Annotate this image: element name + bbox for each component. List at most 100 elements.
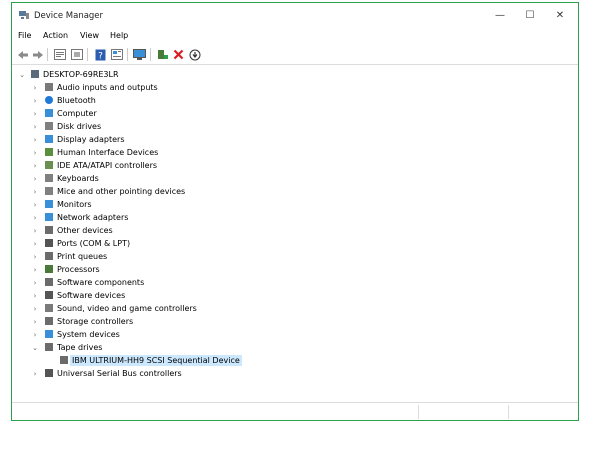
tree-category-label: Display adapters <box>57 135 125 144</box>
back-arrow-icon[interactable] <box>16 48 29 61</box>
status-segment <box>508 405 581 419</box>
tree-category[interactable]: › Ports (COM & LPT) <box>12 237 578 250</box>
driver-icon[interactable] <box>110 48 123 61</box>
tree-category-label: Network adapters <box>57 213 129 222</box>
device-manager-app-icon <box>19 11 29 19</box>
menu-action[interactable]: Action <box>43 31 68 40</box>
expand-chevron-icon[interactable]: › <box>31 107 39 120</box>
tree-device-label: IBM ULTRIUM-HH9 SCSI Sequential Device <box>70 355 242 366</box>
help-icon[interactable]: ? <box>94 48 107 61</box>
speaker-icon <box>44 82 54 92</box>
expand-chevron-icon[interactable]: › <box>31 224 39 237</box>
tree-category[interactable]: › Display adapters <box>12 133 578 146</box>
tree-category-label: IDE ATA/ATAPI controllers <box>57 161 158 170</box>
minimize-button[interactable]: — <box>485 3 515 28</box>
tree-category[interactable]: › Monitors <box>12 198 578 211</box>
maximize-button[interactable]: ☐ <box>515 3 545 28</box>
show-hide-icon[interactable] <box>70 48 83 61</box>
tree-category[interactable]: › Print queues <box>12 250 578 263</box>
tree-category-label: Ports (COM & LPT) <box>57 239 131 248</box>
hid-icon <box>44 147 54 157</box>
download-icon[interactable] <box>188 48 201 61</box>
tree-device[interactable]: IBM ULTRIUM-HH9 SCSI Sequential Device <box>12 354 578 367</box>
tree-category[interactable]: › System devices <box>12 328 578 341</box>
tree-category[interactable]: › Processors <box>12 263 578 276</box>
tree-category[interactable]: › Bluetooth <box>12 94 578 107</box>
tree-category[interactable]: › Other devices <box>12 224 578 237</box>
tape-drive-icon <box>44 342 54 352</box>
tree-category[interactable]: › Universal Serial Bus controllers <box>12 367 578 380</box>
title-bar[interactable]: Device Manager — ☐ ✕ <box>12 3 578 28</box>
expand-chevron-icon[interactable]: › <box>31 237 39 250</box>
display-adapter-icon <box>44 134 54 144</box>
expand-chevron-icon[interactable]: › <box>31 185 39 198</box>
system-device-icon <box>44 329 54 339</box>
tree-category-label: Human Interface Devices <box>57 148 159 157</box>
expand-chevron-icon[interactable]: › <box>31 81 39 94</box>
properties-icon[interactable] <box>53 48 66 61</box>
tree-category-label: Disk drives <box>57 122 102 131</box>
tree-category[interactable]: › Human Interface Devices <box>12 146 578 159</box>
tree-category-label: Mice and other pointing devices <box>57 187 186 196</box>
expand-chevron-icon[interactable]: › <box>31 315 39 328</box>
tree-category[interactable]: › Software devices <box>12 289 578 302</box>
expand-chevron-icon[interactable]: › <box>31 120 39 133</box>
expand-chevron-icon[interactable]: ⌄ <box>18 68 26 81</box>
disk-drive-icon <box>44 121 54 131</box>
tree-category[interactable]: › Computer <box>12 107 578 120</box>
usb-icon <box>44 368 54 378</box>
expand-chevron-icon[interactable]: › <box>31 367 39 380</box>
add-driver-icon[interactable] <box>156 48 169 61</box>
tree-category-label: Monitors <box>57 200 92 209</box>
tree-category-label: Sound, video and game controllers <box>57 304 197 313</box>
computer-monitor-icon[interactable] <box>133 48 146 61</box>
tree-category[interactable]: › Disk drives <box>12 120 578 133</box>
svg-text:?: ? <box>98 51 103 61</box>
expand-chevron-icon[interactable]: › <box>31 159 39 172</box>
expand-chevron-icon[interactable]: › <box>31 263 39 276</box>
tree-category-label: Storage controllers <box>57 317 134 326</box>
tree-category[interactable]: › Network adapters <box>12 211 578 224</box>
menu-file[interactable]: File <box>18 31 31 40</box>
expand-chevron-icon[interactable]: › <box>31 198 39 211</box>
collapse-chevron-icon[interactable]: ⌄ <box>31 341 39 354</box>
toolbar-separator <box>127 48 128 61</box>
tree-category[interactable]: › IDE ATA/ATAPI controllers <box>12 159 578 172</box>
monitor-icon <box>44 199 54 209</box>
port-icon <box>44 238 54 248</box>
ide-controller-icon <box>44 160 54 170</box>
tree-category[interactable]: › Keyboards <box>12 172 578 185</box>
device-manager-window: Device Manager — ☐ ✕ File Action View He… <box>11 2 579 421</box>
menu-bar: File Action View Help <box>12 28 578 44</box>
tree-category[interactable]: › Audio inputs and outputs <box>12 81 578 94</box>
status-bar <box>12 402 578 421</box>
tree-category[interactable]: › Mice and other pointing devices <box>12 185 578 198</box>
expand-chevron-icon[interactable]: › <box>31 276 39 289</box>
menu-help[interactable]: Help <box>110 31 128 40</box>
other-devices-icon <box>44 225 54 235</box>
toolbar-separator <box>47 48 48 61</box>
close-button[interactable]: ✕ <box>545 3 575 28</box>
expand-chevron-icon[interactable]: › <box>31 146 39 159</box>
expand-chevron-icon[interactable]: › <box>31 302 39 315</box>
expand-chevron-icon[interactable]: › <box>31 328 39 341</box>
tree-category[interactable]: ⌄ Tape drives <box>12 341 578 354</box>
expand-chevron-icon[interactable]: › <box>31 289 39 302</box>
tree-category[interactable]: › Sound, video and game controllers <box>12 302 578 315</box>
tree-category-label: Tape drives <box>57 343 103 352</box>
uninstall-icon[interactable] <box>172 48 185 61</box>
expand-chevron-icon[interactable]: › <box>31 133 39 146</box>
tree-category-label: Universal Serial Bus controllers <box>57 369 182 378</box>
tree-category[interactable]: › Software components <box>12 276 578 289</box>
tree-category-label: Processors <box>57 265 100 274</box>
expand-chevron-icon[interactable]: › <box>31 172 39 185</box>
expand-chevron-icon[interactable]: › <box>31 211 39 224</box>
expand-chevron-icon[interactable]: › <box>31 250 39 263</box>
keyboard-icon <box>44 173 54 183</box>
menu-view[interactable]: View <box>80 31 99 40</box>
forward-arrow-icon[interactable] <box>31 48 44 61</box>
tree-category[interactable]: › Storage controllers <box>12 315 578 328</box>
window-title: Device Manager <box>34 11 104 21</box>
expand-chevron-icon[interactable]: › <box>31 94 39 107</box>
tree-root[interactable]: ⌄ DESKTOP-69RE3LR <box>12 68 578 81</box>
